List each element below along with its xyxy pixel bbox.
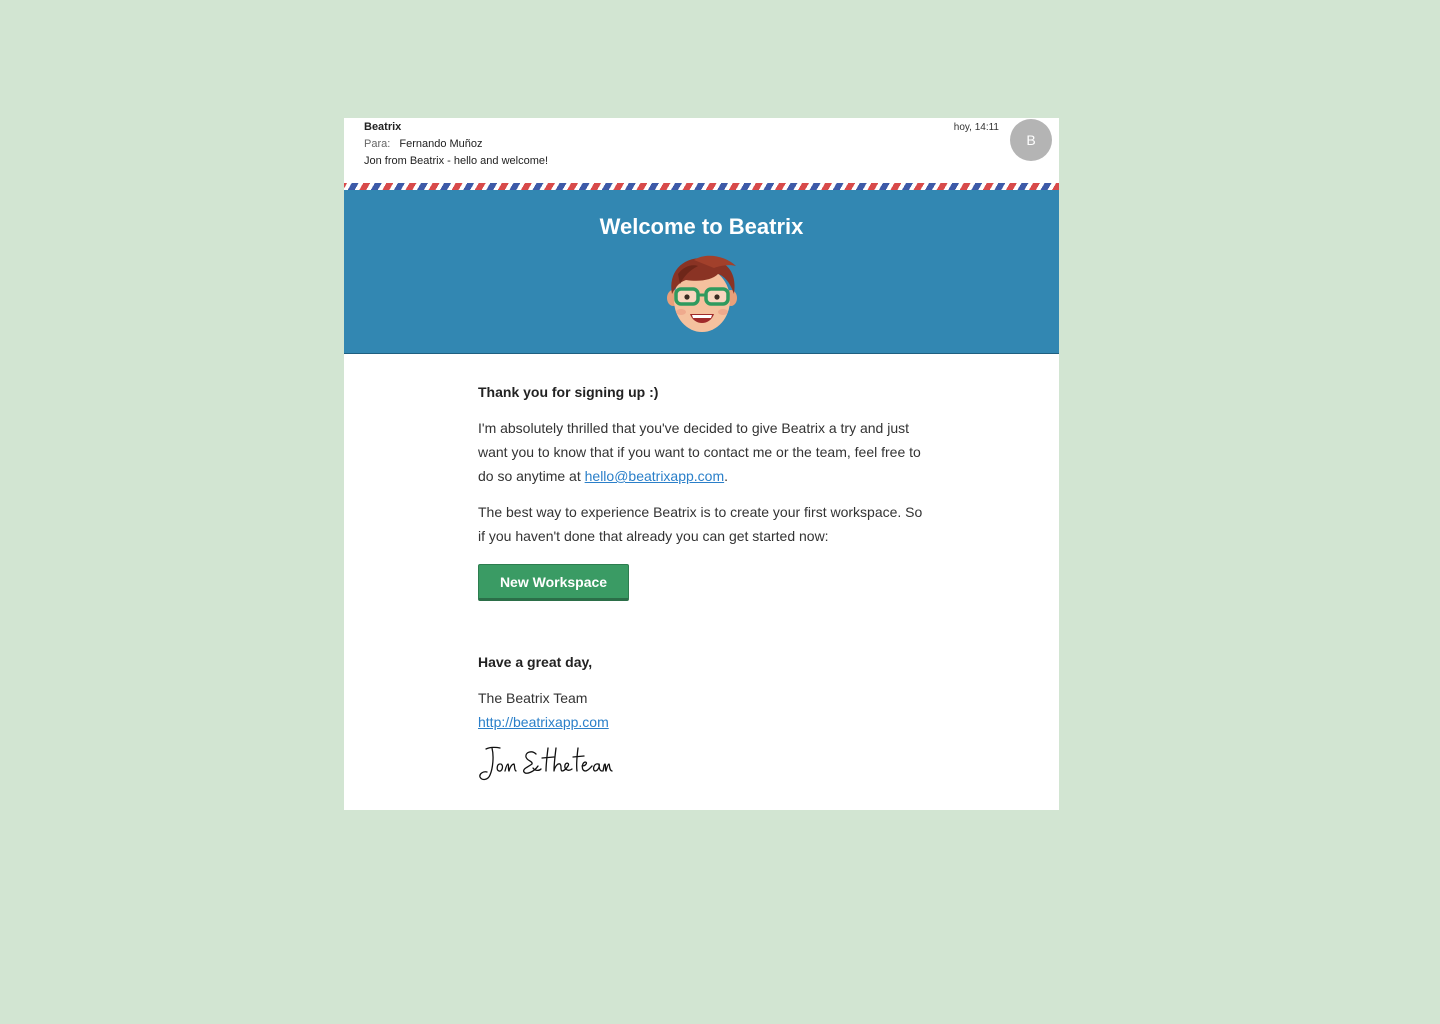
email-timestamp: hoy, 14:11 [953, 122, 999, 133]
email-header: Beatrix Para: Fernando Muñoz Jon from Be… [344, 118, 1059, 184]
email-message: Beatrix Para: Fernando Muñoz Jon from Be… [344, 118, 1059, 810]
recipient-name[interactable]: Fernando Muñoz [399, 138, 482, 150]
email-body: Thank you for signing up :) I'm absolute… [478, 380, 928, 601]
recipient-row: Para: Fernando Muñoz [364, 138, 483, 150]
workspace-paragraph: The best way to experience Beatrix is to… [478, 504, 923, 544]
website-link[interactable]: http://beatrixapp.com [478, 714, 609, 730]
mascot-face-icon [667, 255, 737, 332]
banner-title: Welcome to Beatrix [599, 214, 804, 239]
sender-name[interactable]: Beatrix [364, 121, 401, 133]
welcome-banner: Welcome to Beatrix [344, 190, 1059, 354]
contact-email-link[interactable]: hello@beatrixapp.com [585, 468, 725, 484]
new-workspace-button[interactable]: New Workspace [478, 564, 629, 601]
greeting-text: Thank you for signing up :) [478, 384, 659, 400]
sender-avatar[interactable]: B [1010, 119, 1052, 161]
airmail-stripe-divider [344, 183, 1059, 190]
to-label: Para: [364, 138, 391, 150]
team-name: The Beatrix Team [478, 690, 588, 706]
farewell-text: Have a great day, [478, 654, 593, 670]
intro-period: . [724, 468, 729, 484]
intro-paragraph: I'm absolutely thrilled that you've deci… [478, 416, 928, 488]
handwritten-signature [479, 746, 613, 781]
email-subject: Jon from Beatrix - hello and welcome! [364, 155, 549, 167]
email-closing: Have a great day, The Beatrix Team http:… [478, 650, 928, 734]
